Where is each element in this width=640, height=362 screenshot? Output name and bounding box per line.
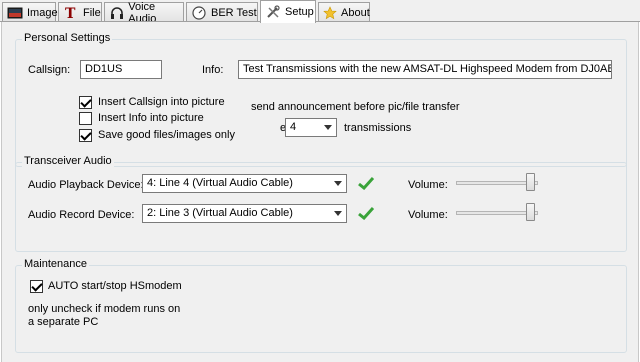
- tab-ber-test[interactable]: BER Test: [186, 2, 258, 22]
- every-count-select[interactable]: 4: [285, 118, 337, 137]
- info-field[interactable]: Test Transmissions with the new AMSAT-DL…: [238, 60, 612, 79]
- tab-setup[interactable]: Setup: [260, 0, 316, 23]
- tab-strip: Image T File Voice Audio BER Test Setup …: [0, 0, 640, 25]
- save-good-files-checkbox[interactable]: [79, 129, 92, 142]
- tab-file[interactable]: T File: [58, 2, 102, 22]
- tab-label: File: [83, 6, 101, 19]
- auto-start-label: AUTO start/stop HSmodem: [48, 280, 182, 292]
- image-icon: [7, 6, 23, 20]
- maintenance-group: Maintenance AUTO start/stop HSmodem only…: [15, 258, 627, 353]
- tab-label: About: [341, 6, 370, 19]
- playback-device-label: Audio Playback Device:: [28, 179, 144, 191]
- svg-text:T: T: [65, 6, 76, 20]
- record-volume-slider[interactable]: [452, 202, 542, 224]
- insert-callsign-checkbox[interactable]: [79, 96, 92, 109]
- checkmark-icon: [358, 206, 374, 220]
- tab-about[interactable]: About: [318, 2, 370, 22]
- chevron-down-icon: [334, 211, 342, 216]
- tab-label: BER Test: [211, 6, 257, 19]
- playback-device-value: 4: Line 4 (Virtual Audio Cable): [147, 177, 293, 189]
- group-title: Personal Settings: [22, 32, 113, 44]
- insert-info-label: Insert Info into picture: [98, 112, 204, 124]
- group-title: Transceiver Audio: [22, 155, 114, 167]
- star-icon: [323, 5, 337, 20]
- chevron-down-icon: [334, 181, 342, 186]
- slider-thumb[interactable]: [526, 173, 535, 191]
- tab-image[interactable]: Image: [2, 2, 58, 22]
- playback-device-select[interactable]: 4: Line 4 (Virtual Audio Cable): [142, 174, 347, 193]
- playback-volume-label: Volume:: [408, 179, 448, 191]
- maintenance-note-line1: only uncheck if modem runs on: [28, 303, 181, 315]
- checkmark-icon: [358, 176, 374, 190]
- every-count-value: 4: [290, 121, 297, 133]
- insert-info-checkbox[interactable]: [79, 112, 92, 125]
- gauge-icon: [191, 5, 207, 20]
- tab-label: Image: [27, 6, 58, 19]
- headphones-icon: [109, 6, 124, 20]
- text-file-icon: T: [63, 6, 79, 20]
- personal-settings-group: Personal Settings Callsign: DD1US Info: …: [15, 32, 627, 167]
- slider-thumb[interactable]: [526, 203, 535, 221]
- tools-icon: [265, 5, 281, 19]
- record-volume-label: Volume:: [408, 209, 448, 221]
- maintenance-note-line2: a separate PC: [28, 316, 99, 328]
- transceiver-audio-group: Transceiver Audio Audio Playback Device:…: [15, 155, 627, 252]
- record-device-label: Audio Record Device:: [28, 209, 135, 221]
- announcement-label: send announcement before pic/file transf…: [251, 101, 460, 113]
- playback-volume-slider[interactable]: [452, 172, 542, 194]
- setup-panel: Personal Settings Callsign: DD1US Info: …: [1, 22, 639, 362]
- info-label: Info:: [202, 64, 224, 76]
- chevron-down-icon: [324, 125, 332, 130]
- tab-voice-audio[interactable]: Voice Audio: [104, 1, 184, 25]
- callsign-label: Callsign:: [28, 64, 71, 76]
- record-device-value: 2: Line 3 (Virtual Audio Cable): [147, 207, 293, 219]
- tab-label: Setup: [285, 6, 314, 18]
- insert-callsign-label: Insert Callsign into picture: [98, 96, 225, 108]
- auto-start-checkbox[interactable]: [30, 280, 43, 293]
- record-device-select[interactable]: 2: Line 3 (Virtual Audio Cable): [142, 204, 347, 223]
- transmissions-label: transmissions: [344, 122, 412, 134]
- save-good-files-label: Save good files/images only: [98, 129, 235, 141]
- callsign-field[interactable]: DD1US: [80, 60, 162, 79]
- group-title: Maintenance: [22, 258, 89, 270]
